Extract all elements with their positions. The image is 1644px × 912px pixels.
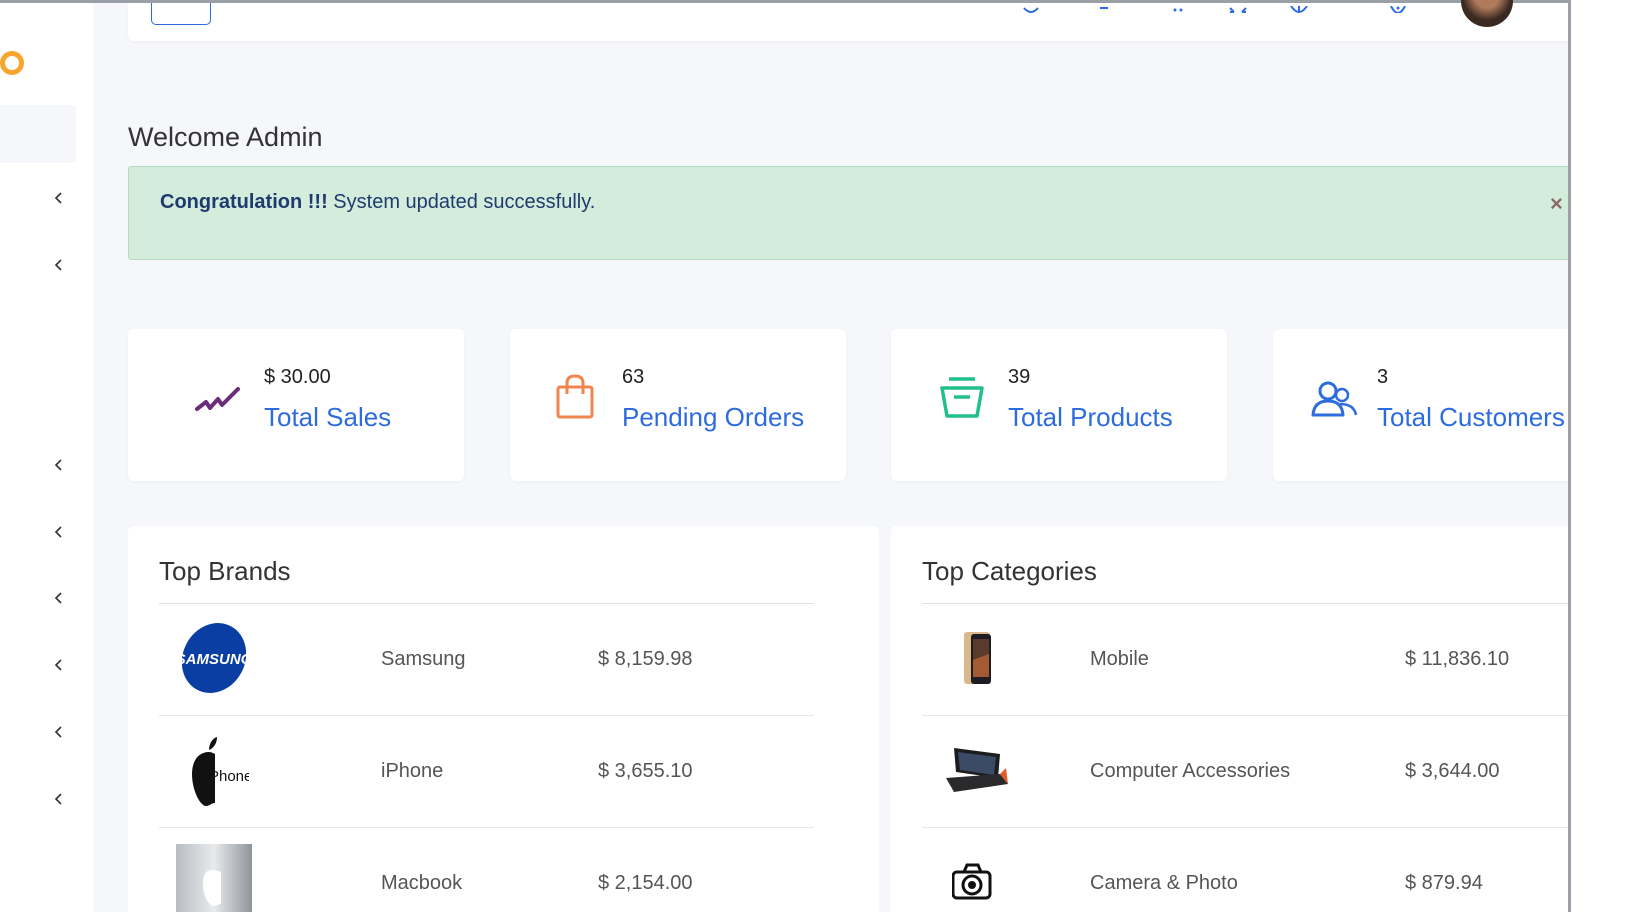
sidebar-expand-4-chevron-left-icon[interactable] [52, 525, 66, 539]
stat-label[interactable]: Total Sales [264, 402, 391, 433]
brand-name: iPhone [381, 760, 444, 782]
category-row-computer-accessories[interactable]: Computer Accessories $ 3,644.00 [922, 716, 1577, 828]
stat-card-total-products[interactable]: 39 Total Products [891, 329, 1227, 481]
stat-card-total-sales[interactable]: $ 30.00 Total Sales [128, 329, 464, 481]
macbook-logo [176, 844, 252, 912]
alert-body-text: System updated successfully. [327, 191, 596, 213]
window-right-edge [1568, 0, 1644, 912]
fullscreen-icon[interactable] [1228, 3, 1248, 13]
user-avatar[interactable] [1461, 0, 1513, 27]
sidebar-expand-6-chevron-left-icon[interactable] [52, 658, 66, 672]
category-name: Computer Accessories [1090, 760, 1291, 782]
brand-row-macbook[interactable]: Macbook $ 2,154.00 [159, 828, 814, 912]
sidebar-expand-1-chevron-left-icon[interactable] [52, 191, 66, 205]
alert-message: Congratulation !!! System updated succes… [160, 191, 595, 214]
stat-card-pending-orders[interactable]: 63 Pending Orders [510, 329, 846, 481]
stat-label[interactable]: Total Products [1008, 402, 1173, 433]
stat-value: $ 30.00 [264, 366, 331, 388]
trend-icon [194, 377, 244, 427]
category-amount: $ 3,644.00 [1405, 760, 1500, 782]
mobile-phone-image [962, 630, 994, 691]
sidebar-expand-7-chevron-left-icon[interactable] [52, 725, 66, 739]
brand-name: Macbook [381, 872, 463, 894]
refresh-icon[interactable] [1021, 3, 1041, 13]
iphone-logo-text: iPhone [206, 768, 249, 785]
top-brands-panel: Top Brands SAMSUNG Samsung $ 8,159.98 iP… [128, 526, 879, 912]
top-navbar [128, 0, 1605, 41]
category-row-camera-photo[interactable]: Camera & Photo $ 879.94 [922, 828, 1577, 912]
settings-icon[interactable] [1388, 3, 1408, 13]
sidebar [0, 3, 93, 912]
menu-toggle-button[interactable] [151, 3, 211, 25]
top-categories-panel: Top Categories Mobile $ 11,836.10 Comput… [891, 526, 1642, 912]
shopping-bag-icon [552, 373, 602, 423]
samsung-logo-text: SAMSUNG [182, 651, 246, 668]
users-icon [1310, 379, 1360, 429]
cart-icon[interactable] [1168, 3, 1188, 13]
camera-icon [951, 863, 992, 906]
sidebar-expand-2-chevron-left-icon[interactable] [52, 258, 66, 272]
notification-icon[interactable] [1094, 3, 1114, 13]
category-name: Mobile [1090, 648, 1149, 670]
laptop-image [944, 744, 1012, 805]
samsung-logo: SAMSUNG [176, 622, 253, 699]
panel-title: Top Brands [159, 556, 291, 586]
sidebar-expand-3-chevron-left-icon[interactable] [52, 458, 66, 472]
brand-name: Samsung [381, 648, 466, 670]
category-row-mobile[interactable]: Mobile $ 11,836.10 [922, 604, 1577, 716]
logo-icon[interactable] [0, 51, 24, 75]
sidebar-expand-8-chevron-left-icon[interactable] [52, 792, 66, 806]
brand-row-iphone[interactable]: iPhone iPhone $ 3,655.10 [159, 716, 814, 828]
page-title: Welcome Admin [128, 122, 323, 152]
iphone-logo: iPhone [189, 734, 252, 815]
globe-icon[interactable] [1289, 3, 1309, 13]
panel-title: Top Categories [922, 556, 1097, 586]
brand-amount: $ 8,159.98 [598, 648, 693, 670]
category-amount: $ 879.94 [1405, 872, 1483, 894]
sidebar-expand-5-chevron-left-icon[interactable] [52, 591, 66, 605]
success-alert: Congratulation !!! System updated succes… [128, 166, 1605, 260]
brand-row-samsung[interactable]: SAMSUNG Samsung $ 8,159.98 [159, 604, 814, 716]
brand-amount: $ 3,655.10 [598, 760, 693, 782]
category-amount: $ 11,836.10 [1405, 648, 1510, 670]
brand-amount: $ 2,154.00 [598, 872, 693, 894]
stat-value: 63 [622, 366, 645, 388]
stat-label[interactable]: Pending Orders [622, 402, 804, 433]
stat-value: 3 [1377, 366, 1389, 388]
close-icon[interactable]: × [1550, 193, 1563, 215]
stat-card-total-customers[interactable]: 3 Total Customers [1273, 329, 1609, 481]
product-box-icon [937, 374, 987, 424]
sidebar-search-box[interactable] [0, 105, 76, 163]
category-name: Camera & Photo [1090, 872, 1238, 894]
alert-strong-text: Congratulation !!! [160, 191, 328, 213]
stat-label[interactable]: Total Customers [1377, 402, 1565, 433]
stat-value: 39 [1008, 366, 1031, 388]
